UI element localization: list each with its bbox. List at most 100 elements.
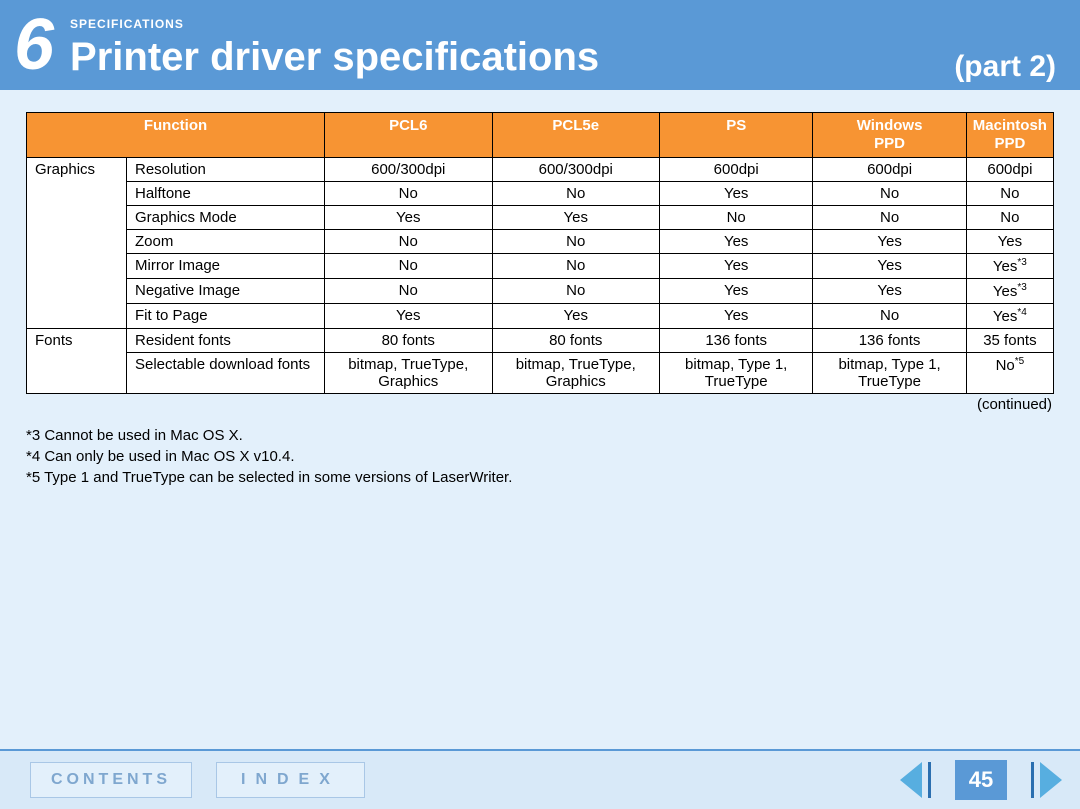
th-mac-ppd: Macintosh PPD <box>966 113 1053 158</box>
spec-table: Function PCL6 PCL5e PS Windows PPD Macin… <box>26 112 1054 394</box>
value-cell: No <box>813 182 966 206</box>
table-row: ZoomNoNoYesYesYes <box>27 230 1054 254</box>
table-header-row: Function PCL6 PCL5e PS Windows PPD Macin… <box>27 113 1054 158</box>
continued-label: (continued) <box>26 396 1054 413</box>
sub-cell: Mirror Image <box>127 254 325 279</box>
value-cell: No <box>325 254 493 279</box>
table-row: Negative ImageNoNoYesYesYes*3 <box>27 279 1054 304</box>
footnotes: *3 Cannot be used in Mac OS X.*4 Can onl… <box>26 425 1054 488</box>
value-cell: No <box>492 279 660 304</box>
sub-cell: Selectable download fonts <box>127 353 325 394</box>
sub-cell: Graphics Mode <box>127 206 325 230</box>
footnote-marker: *4 <box>1017 307 1026 318</box>
value-cell: No <box>813 206 966 230</box>
value-cell: Yes <box>492 206 660 230</box>
value-cell: Yes <box>325 206 493 230</box>
value-cell: Yes*3 <box>966 279 1053 304</box>
footnote-line: *4 Can only be used in Mac OS X v10.4. <box>26 446 1054 467</box>
sub-cell: Fit to Page <box>127 304 325 329</box>
sub-cell: Resolution <box>127 158 325 182</box>
part-label: (part 2) <box>954 50 1056 84</box>
value-cell: bitmap, Type 1, TrueType <box>660 353 813 394</box>
value-cell: Yes*3 <box>966 254 1053 279</box>
arrow-right-icon <box>1040 762 1062 798</box>
prev-page-button[interactable] <box>900 762 931 798</box>
value-cell: 35 fonts <box>966 329 1053 353</box>
table-row: HalftoneNoNoYesNoNo <box>27 182 1054 206</box>
value-cell: No <box>966 182 1053 206</box>
th-windows-top: Windows <box>857 117 923 134</box>
next-page-button[interactable] <box>1031 762 1062 798</box>
content-area: Function PCL6 PCL5e PS Windows PPD Macin… <box>0 90 1080 749</box>
value-cell: No*5 <box>966 353 1053 394</box>
value-cell: Yes <box>660 279 813 304</box>
sub-cell: Resident fonts <box>127 329 325 353</box>
chapter-number: 6 <box>14 9 52 81</box>
sub-cell: Halftone <box>127 182 325 206</box>
value-cell: No <box>966 206 1053 230</box>
footnote-line: *3 Cannot be used in Mac OS X. <box>26 425 1054 446</box>
value-cell: No <box>492 254 660 279</box>
value-cell: 600dpi <box>660 158 813 182</box>
value-cell: No <box>325 230 493 254</box>
th-windows-sub: PPD <box>819 135 959 153</box>
value-cell: Yes <box>325 304 493 329</box>
value-cell: Yes <box>813 254 966 279</box>
value-cell: 136 fonts <box>813 329 966 353</box>
sub-cell: Zoom <box>127 230 325 254</box>
value-cell: bitmap, Type 1, TrueType <box>813 353 966 394</box>
th-pcl5e: PCL5e <box>492 113 660 158</box>
page-header: 6 SPECIFICATIONS Printer driver specific… <box>0 0 1080 90</box>
footnote-marker: *3 <box>1017 257 1026 268</box>
footnote-marker: *5 <box>1015 356 1024 367</box>
th-windows-ppd: Windows PPD <box>813 113 966 158</box>
value-cell: No <box>492 182 660 206</box>
value-cell: bitmap, TrueType, Graphics <box>492 353 660 394</box>
header-titles: SPECIFICATIONS Printer driver specificat… <box>70 13 954 77</box>
footnote-marker: *3 <box>1017 282 1026 293</box>
table-row: Graphics ModeYesYesNoNoNo <box>27 206 1054 230</box>
value-cell: Yes*4 <box>966 304 1053 329</box>
value-cell: No <box>660 206 813 230</box>
value-cell: No <box>492 230 660 254</box>
value-cell: No <box>813 304 966 329</box>
footnote-line: *5 Type 1 and TrueType can be selected i… <box>26 467 1054 488</box>
value-cell: Yes <box>492 304 660 329</box>
page-number: 45 <box>955 760 1007 800</box>
value-cell: 80 fonts <box>492 329 660 353</box>
group-cell: Fonts <box>27 329 127 394</box>
contents-button[interactable]: CONTENTS <box>30 762 192 798</box>
page-title: Printer driver specifications <box>70 37 954 77</box>
th-function: Function <box>27 113 325 158</box>
table-row: Mirror ImageNoNoYesYesYes*3 <box>27 254 1054 279</box>
prev-bar-icon <box>928 762 931 798</box>
th-mac-sub: PPD <box>973 135 1047 153</box>
table-row: Fit to PageYesYesYesNoYes*4 <box>27 304 1054 329</box>
index-button[interactable]: INDEX <box>216 762 365 798</box>
value-cell: Yes <box>660 230 813 254</box>
value-cell: 600dpi <box>813 158 966 182</box>
value-cell: Yes <box>660 304 813 329</box>
value-cell: 600/300dpi <box>325 158 493 182</box>
value-cell: 80 fonts <box>325 329 493 353</box>
value-cell: Yes <box>813 230 966 254</box>
th-pcl6: PCL6 <box>325 113 493 158</box>
value-cell: 136 fonts <box>660 329 813 353</box>
value-cell: No <box>325 279 493 304</box>
group-cell: Graphics <box>27 158 127 329</box>
value-cell: 600/300dpi <box>492 158 660 182</box>
next-bar-icon <box>1031 762 1034 798</box>
page-footer: CONTENTS INDEX 45 <box>0 749 1080 809</box>
value-cell: Yes <box>813 279 966 304</box>
table-row: FontsResident fonts80 fonts80 fonts136 f… <box>27 329 1054 353</box>
table-row: Selectable download fontsbitmap, TrueTyp… <box>27 353 1054 394</box>
section-label: SPECIFICATIONS <box>70 17 954 31</box>
th-mac-top: Macintosh <box>973 117 1047 134</box>
table-row: GraphicsResolution600/300dpi600/300dpi60… <box>27 158 1054 182</box>
value-cell: Yes <box>966 230 1053 254</box>
value-cell: 600dpi <box>966 158 1053 182</box>
value-cell: bitmap, TrueType, Graphics <box>325 353 493 394</box>
value-cell: No <box>325 182 493 206</box>
th-ps: PS <box>660 113 813 158</box>
table-body: GraphicsResolution600/300dpi600/300dpi60… <box>27 158 1054 394</box>
